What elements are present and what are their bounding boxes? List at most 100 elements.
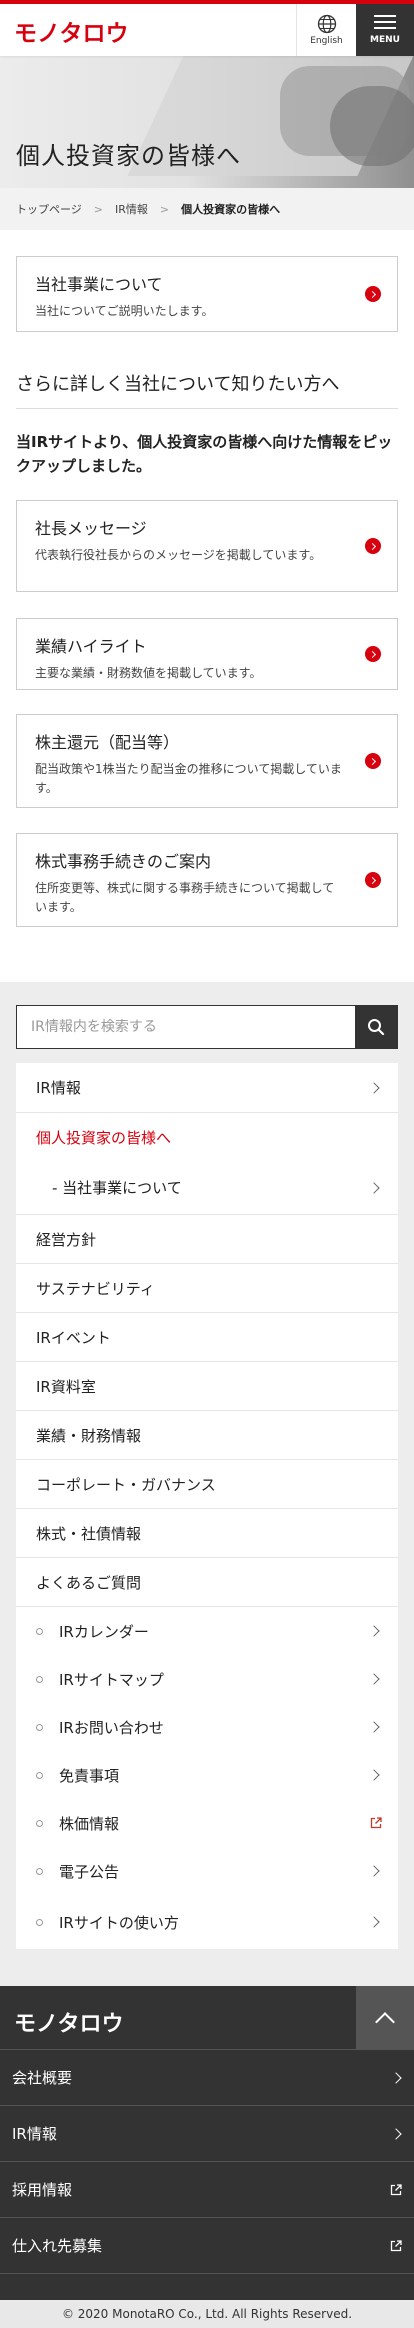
back-to-top-button[interactable] — [356, 1986, 414, 2050]
nav-item-stock-price[interactable]: 株価情報 — [16, 1799, 398, 1847]
search-icon — [368, 1019, 385, 1036]
bullet-icon — [36, 1771, 43, 1779]
chevron-right-icon — [368, 1673, 380, 1685]
hamburger-icon — [374, 15, 396, 29]
section-lead: 当IRサイトより、個人投資家の皆様へ向けた情報をピックアップしました。 — [16, 433, 393, 475]
president-message-card[interactable]: 社長メッセージ 代表執行役社長からのメッセージを掲載しています。 — [16, 500, 398, 592]
nav-label: 免責事項 — [59, 1766, 120, 1785]
nav-item-ir-events[interactable]: IRイベント — [16, 1313, 398, 1362]
nav-item-e-notice[interactable]: 電子公告 — [16, 1847, 398, 1895]
breadcrumb: トップページ > IR情報 > 個人投資家の皆様へ — [0, 188, 414, 230]
chevron-right-icon — [368, 1916, 380, 1928]
ir-search-input[interactable] — [17, 1006, 355, 1048]
arrow-right-icon — [365, 872, 381, 888]
footer-link-company[interactable]: 会社概要 — [0, 2050, 414, 2106]
chevron-right-icon: > — [93, 202, 103, 216]
shareholder-returns-card[interactable]: 株主還元（配当等） 配当政策や1株当たり配当金の推移について掲載しています。 — [16, 714, 398, 808]
nav-label: IR資料室 — [36, 1377, 96, 1396]
nav-item-ir[interactable]: IR情報 — [16, 1063, 398, 1113]
monotaro-logo[interactable]: モノタロウ — [14, 18, 129, 47]
nav-label: サステナビリティ — [36, 1279, 155, 1298]
external-link-icon — [390, 2183, 402, 2195]
section-heading: さらに詳しく当社について知りたい方へ — [16, 370, 398, 409]
card-title: 株式事務手続きのご案内 — [35, 852, 212, 871]
arrow-right-icon — [365, 538, 381, 554]
external-link-icon — [370, 1817, 382, 1829]
footer-link-label: IR情報 — [12, 2125, 57, 2143]
bullet-icon — [36, 1867, 43, 1875]
chevron-right-icon — [368, 1625, 380, 1637]
breadcrumb-top[interactable]: トップページ — [16, 201, 82, 217]
bullet-icon — [36, 1819, 43, 1827]
chevron-right-icon — [368, 1865, 380, 1877]
card-title: 株主還元（配当等） — [35, 733, 180, 752]
bullet-icon — [36, 1723, 43, 1731]
ir-nav-menu: IR情報 個人投資家の皆様へ - 当社事業について 経営方針 サステナビリティ … — [16, 1063, 398, 1949]
copyright: © 2020 MonotaRO Co., Ltd. All Rights Res… — [0, 2300, 414, 2328]
breadcrumb-ir[interactable]: IR情報 — [115, 201, 148, 217]
nav-label: 株式・社債情報 — [36, 1524, 142, 1543]
nav-label: 電子公告 — [59, 1862, 120, 1881]
chevron-right-icon — [368, 1181, 380, 1194]
card-title: 業績ハイライト — [35, 637, 147, 656]
nav-label: 経営方針 — [36, 1230, 97, 1249]
nav-label: コーポレート・ガバナンス — [36, 1475, 216, 1494]
nav-item-disclaimer[interactable]: 免責事項 — [16, 1751, 398, 1799]
chevron-right-icon: > — [159, 202, 170, 216]
globe-icon — [317, 14, 336, 34]
site-header: モノタロウ English MENU — [0, 0, 414, 56]
nav-item-faq[interactable]: よくあるご質問 — [16, 1558, 398, 1607]
nav-item-governance[interactable]: コーポレート・ガバナンス — [16, 1460, 398, 1509]
nav-item-financial[interactable]: 業績・財務情報 — [16, 1411, 398, 1460]
nav-label: IRイベント — [36, 1328, 111, 1347]
footer-logo-row: モノタロウ — [0, 1986, 414, 2050]
nav-item-ir-sitemap[interactable]: IRサイトマップ — [16, 1655, 398, 1703]
hero-banner: 個人投資家の皆様へ — [0, 56, 414, 188]
nav-item-sustainability[interactable]: サステナビリティ — [16, 1264, 398, 1313]
about-business-card[interactable]: 当社事業について 当社についてご説明いたします。 — [16, 256, 398, 332]
english-label: English — [310, 36, 343, 46]
footer-link-ir[interactable]: IR情報 — [0, 2106, 414, 2162]
nav-item-ir-calendar[interactable]: IRカレンダー — [16, 1607, 398, 1655]
nav-label: よくあるご質問 — [36, 1573, 142, 1592]
nav-item-policy[interactable]: 経営方針 — [16, 1215, 398, 1264]
chevron-right-icon — [390, 2127, 402, 2140]
footer-link-label: 仕入れ先募集 — [12, 2237, 103, 2255]
nav-item-individual-investors[interactable]: 個人投資家の皆様へ — [16, 1113, 398, 1161]
highlights-card[interactable]: 業績ハイライト 主要な業績・財務数値を掲載しています。 — [16, 618, 398, 690]
chevron-right-icon — [368, 1769, 380, 1781]
nav-label: IRサイトの使い方 — [59, 1913, 179, 1932]
menu-label: MENU — [370, 35, 400, 45]
nav-item-about-business[interactable]: - 当社事業について — [16, 1161, 398, 1215]
nav-item-site-usage[interactable]: IRサイトの使い方 — [16, 1895, 398, 1949]
nav-item-stock-bond[interactable]: 株式・社債情報 — [16, 1509, 398, 1558]
arrow-right-icon — [365, 286, 381, 302]
bullet-icon — [36, 1675, 43, 1683]
nav-label: IR情報 — [36, 1079, 81, 1097]
card-desc: 当社についてご説明いたします。 — [35, 304, 214, 318]
footer-logo[interactable]: モノタロウ — [14, 2006, 124, 2038]
ir-search-box — [16, 1005, 398, 1049]
english-button[interactable]: English — [296, 4, 356, 56]
bullet-icon — [36, 1918, 43, 1926]
chevron-right-icon — [368, 1721, 380, 1733]
breadcrumb-current: 個人投資家の皆様へ — [181, 203, 281, 216]
stock-procedures-card[interactable]: 株式事務手続きのご案内 住所変更等、株式に関する事務手続きについて掲載しています… — [16, 833, 398, 927]
footer-link-recruit[interactable]: 採用情報 — [0, 2162, 414, 2218]
card-desc: 主要な業績・財務数値を掲載しています。 — [35, 666, 262, 680]
nav-label: 個人投資家の皆様へ — [36, 1128, 172, 1147]
arrow-right-icon — [365, 646, 381, 662]
search-button[interactable] — [355, 1006, 397, 1048]
nav-label: 業績・財務情報 — [36, 1426, 142, 1445]
nav-label: IRサイトマップ — [59, 1670, 164, 1689]
bullet-icon — [36, 1627, 43, 1635]
nav-label: - 当社事業について — [52, 1179, 182, 1197]
menu-button[interactable]: MENU — [356, 4, 414, 56]
footer-link-suppliers[interactable]: 仕入れ先募集 — [0, 2218, 414, 2274]
card-desc: 代表執行役社長からのメッセージを掲載しています。 — [35, 548, 322, 562]
nav-item-ir-library[interactable]: IR資料室 — [16, 1362, 398, 1411]
site-footer: モノタロウ 会社概要 IR情報 採用情報 仕入れ先募集 — [0, 1986, 414, 2328]
nav-item-ir-contact[interactable]: IRお問い合わせ — [16, 1703, 398, 1751]
nav-label: IRカレンダー — [59, 1622, 149, 1641]
external-link-icon — [390, 2239, 402, 2251]
